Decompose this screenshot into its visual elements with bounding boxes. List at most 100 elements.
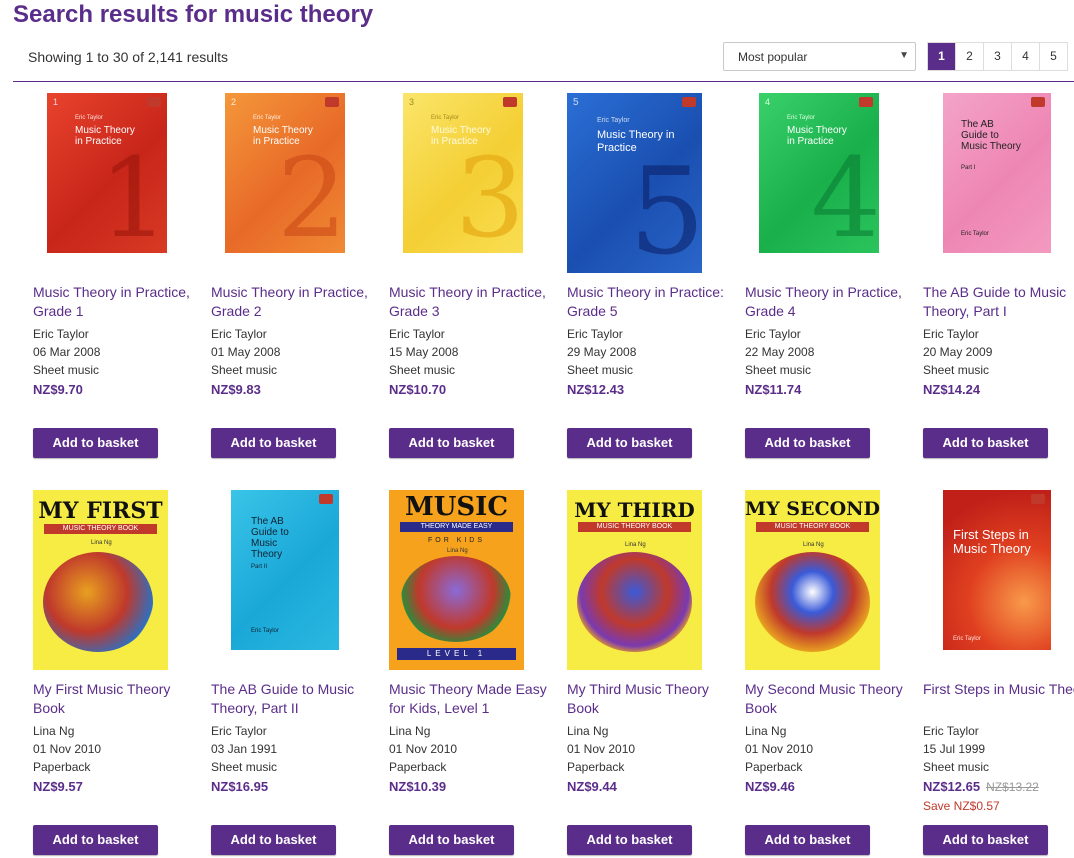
- product-author[interactable]: Eric Taylor: [923, 724, 979, 738]
- product-price: NZ$16.95: [211, 779, 269, 794]
- add-to-basket-button[interactable]: Add to basket: [567, 428, 692, 458]
- savings-text: Save NZ$0.57: [923, 799, 1000, 813]
- cover-subtitle-kids: FOR KIDS: [427, 537, 486, 544]
- results-count: Showing 1 to 30 of 2,141 results: [28, 49, 229, 65]
- book-cover-image[interactable]: 3 Eric Taylor Music Theory in Practice 3: [403, 93, 523, 253]
- cover-author: Eric Taylor: [597, 117, 630, 124]
- product-date: 01 Nov 2010: [745, 742, 814, 756]
- cover-author: Eric Taylor: [787, 115, 815, 121]
- abrsm-logo-icon: [319, 494, 333, 504]
- product-author[interactable]: Eric Taylor: [211, 327, 267, 341]
- cover-author: Lina Ng: [803, 542, 824, 548]
- add-to-basket-button[interactable]: Add to basket: [567, 825, 692, 855]
- add-to-basket-button[interactable]: Add to basket: [389, 428, 514, 458]
- add-to-basket-button[interactable]: Add to basket: [211, 825, 336, 855]
- product-author[interactable]: Eric Taylor: [389, 327, 445, 341]
- product-format: Paperback: [33, 760, 91, 774]
- product-author[interactable]: Lina Ng: [745, 724, 786, 738]
- page-link-3[interactable]: 3: [984, 43, 1012, 70]
- product-price: NZ$14.24: [923, 382, 981, 397]
- add-to-basket-button[interactable]: Add to basket: [745, 428, 870, 458]
- book-cover-image[interactable]: MUSIC THEORY MADE EASY FOR KIDS Lina Ng …: [389, 490, 524, 670]
- cover-author: Eric Taylor: [961, 231, 989, 237]
- cover-author: Eric Taylor: [75, 115, 103, 121]
- product-format: Sheet music: [923, 363, 990, 377]
- add-to-basket-button[interactable]: Add to basket: [389, 825, 514, 855]
- book-cover-image[interactable]: MY SECOND MUSIC THEORY BOOK Lina Ng: [745, 490, 880, 670]
- product-format: Sheet music: [389, 363, 456, 377]
- product-date: 03 Jan 1991: [211, 742, 278, 756]
- cover-illustration: [43, 552, 153, 652]
- cover-big-number: 3: [455, 134, 523, 253]
- book-cover-image[interactable]: First Steps in Music Theory Eric Taylor: [943, 490, 1051, 650]
- product-date: 22 May 2008: [745, 345, 815, 359]
- product-title-link[interactable]: My Second Music Theory Book: [745, 680, 915, 718]
- product-format: Sheet music: [745, 363, 812, 377]
- product-author[interactable]: Eric Taylor: [923, 327, 979, 341]
- product-title-link[interactable]: Music Theory in Practice, Grade 4: [745, 283, 915, 321]
- product-date: 06 Mar 2008: [33, 345, 101, 359]
- book-cover-image[interactable]: 2 Eric Taylor Music Theory in Practice 2: [225, 93, 345, 253]
- page-link-4[interactable]: 4: [1012, 43, 1040, 70]
- book-cover-image[interactable]: 1 Eric Taylor Music Theory in Practice 1: [47, 93, 167, 253]
- product-title-link[interactable]: Music Theory in Practice, Grade 2: [211, 283, 381, 321]
- book-cover-image[interactable]: 5 Eric Taylor Music Theory in Practice 5: [567, 93, 702, 273]
- book-cover-image[interactable]: The AB Guide to Music Theory Part I Eric…: [943, 93, 1051, 253]
- product-title-link[interactable]: My Third Music Theory Book: [567, 680, 737, 718]
- product-title-link[interactable]: The AB Guide to Music Theory, Part I: [923, 283, 1074, 321]
- product-price: NZ$9.46: [745, 779, 795, 794]
- cover-grade-number: 5: [573, 97, 579, 108]
- add-to-basket-button[interactable]: Add to basket: [33, 428, 158, 458]
- product-title-link[interactable]: Music Theory in Practice, Grade 1: [33, 283, 203, 321]
- product-price: NZ$9.70: [33, 382, 83, 397]
- abrsm-logo-icon: [859, 97, 873, 107]
- cover-grade-number: 2: [231, 97, 237, 107]
- cover-author: Eric Taylor: [953, 636, 981, 642]
- cover-author: Lina Ng: [91, 540, 112, 546]
- book-cover-image[interactable]: MY FIRST MUSIC THEORY BOOK Lina Ng: [33, 490, 168, 670]
- book-cover-image[interactable]: 4 Eric Taylor Music Theory in Practice 4: [759, 93, 879, 253]
- product-author[interactable]: Eric Taylor: [567, 327, 623, 341]
- product-title-link[interactable]: Music Theory in Practice: Grade 5: [567, 283, 737, 321]
- product-format: Sheet music: [211, 363, 278, 377]
- product-date: 29 May 2008: [567, 345, 637, 359]
- product-title-link[interactable]: The AB Guide to Music Theory, Part II: [211, 680, 381, 718]
- product-title-link[interactable]: Music Theory in Practice, Grade 3: [389, 283, 559, 321]
- product-date: 15 Jul 1999: [923, 742, 986, 756]
- product-author[interactable]: Lina Ng: [389, 724, 430, 738]
- product-author[interactable]: Lina Ng: [567, 724, 608, 738]
- cover-part: Part I: [961, 165, 976, 171]
- product-title-link[interactable]: First Steps in Music Theory: [923, 680, 1074, 699]
- book-cover-image[interactable]: MY THIRD MUSIC THEORY BOOK Lina Ng: [567, 490, 702, 670]
- product-title-link[interactable]: My First Music Theory Book: [33, 680, 203, 718]
- product-title-link[interactable]: Music Theory Made Easy for Kids, Level 1: [389, 680, 559, 718]
- product-date: 01 Nov 2010: [389, 742, 458, 756]
- product-price: NZ$10.39: [389, 779, 447, 794]
- product-author[interactable]: Eric Taylor: [211, 724, 267, 738]
- cover-author: Lina Ng: [625, 542, 646, 548]
- add-to-basket-button[interactable]: Add to basket: [923, 825, 1048, 855]
- product-price: NZ$10.70: [389, 382, 447, 397]
- book-cover-image[interactable]: The AB Guide to Music Theory Part II Eri…: [231, 490, 339, 650]
- page-link-1[interactable]: 1: [928, 43, 956, 70]
- product-date: 01 Nov 2010: [567, 742, 636, 756]
- page-link-2[interactable]: 2: [956, 43, 984, 70]
- product-format: Sheet music: [33, 363, 100, 377]
- cover-big-number: 4: [811, 134, 879, 253]
- product-format: Paperback: [389, 760, 447, 774]
- abrsm-logo-icon: [503, 97, 517, 107]
- product-author[interactable]: Eric Taylor: [33, 327, 89, 341]
- cover-subtitle: THEORY MADE EASY: [399, 522, 514, 532]
- add-to-basket-button[interactable]: Add to basket: [33, 825, 158, 855]
- sale-price: NZ$12.65: [923, 779, 981, 794]
- add-to-basket-button[interactable]: Add to basket: [211, 428, 336, 458]
- product-author[interactable]: Eric Taylor: [745, 327, 801, 341]
- product-author[interactable]: Lina Ng: [33, 724, 74, 738]
- sort-select[interactable]: Most popular ▼: [723, 42, 916, 71]
- add-to-basket-button[interactable]: Add to basket: [745, 825, 870, 855]
- page-link-5[interactable]: 5: [1040, 43, 1068, 70]
- add-to-basket-button[interactable]: Add to basket: [923, 428, 1048, 458]
- product-format: Paperback: [567, 760, 625, 774]
- cover-subtitle: MUSIC THEORY BOOK: [43, 524, 158, 534]
- product-date: 20 May 2009: [923, 345, 993, 359]
